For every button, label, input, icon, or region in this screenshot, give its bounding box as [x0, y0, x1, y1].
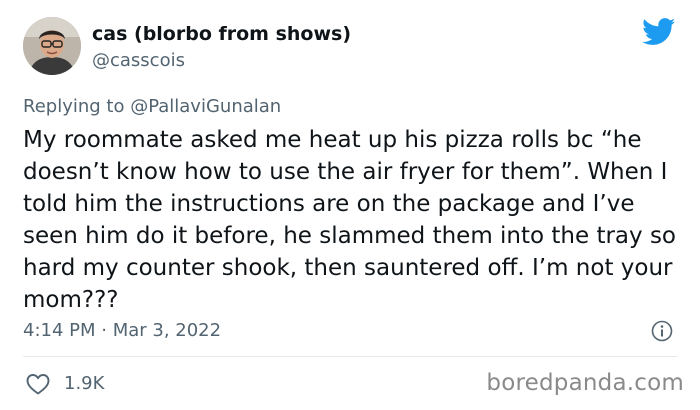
- divider: [23, 356, 677, 357]
- tweet-timestamp[interactable]: 4:14 PM · Mar 3, 2022: [23, 320, 221, 341]
- watermark: boredpanda.com: [486, 370, 684, 396]
- like-count[interactable]: 1.9K: [64, 373, 104, 394]
- reply-context: Replying to @PallaviGunalan: [23, 96, 281, 117]
- twitter-bird-icon[interactable]: [642, 18, 676, 46]
- avatar[interactable]: [23, 17, 81, 75]
- display-name[interactable]: cas (blorbo from shows): [92, 23, 351, 45]
- info-icon[interactable]: [651, 320, 673, 342]
- heart-icon[interactable]: [25, 372, 51, 396]
- user-handle[interactable]: @casscois: [92, 50, 185, 71]
- reply-mention-link[interactable]: @PallaviGunalan: [130, 96, 281, 117]
- reply-prefix: Replying to: [23, 96, 131, 117]
- profile-photo: [23, 17, 81, 75]
- tweet-text: My roommate asked me heat up his pizza r…: [23, 127, 677, 313]
